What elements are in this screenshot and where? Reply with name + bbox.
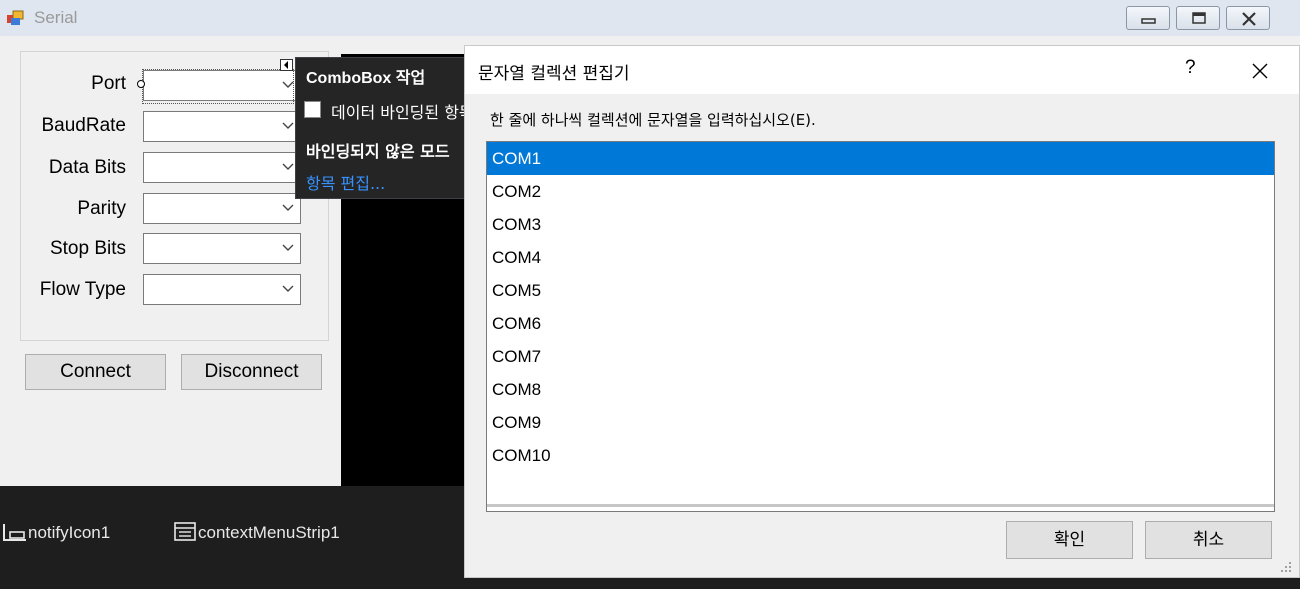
ok-button[interactable]: 확인 <box>1006 521 1133 559</box>
list-item[interactable]: COM9 <box>487 406 1274 439</box>
port-label: Port <box>91 73 126 94</box>
edit-items-link[interactable]: 항목 편집... <box>306 170 385 194</box>
flow-type-combobox[interactable] <box>143 274 301 305</box>
tasks-popup-title: ComboBox 작업 <box>306 70 426 87</box>
list-item[interactable]: COM6 <box>487 307 1274 340</box>
list-item[interactable]: COM4 <box>487 241 1274 274</box>
maximize-button[interactable] <box>1176 6 1220 30</box>
arrow-left-icon <box>284 61 288 69</box>
help-button[interactable]: ? <box>1185 57 1196 79</box>
window-titlebar: Serial <box>0 0 1300 36</box>
baudrate-label: BaudRate <box>41 115 126 136</box>
smart-tag-icon[interactable] <box>280 59 293 71</box>
list-item[interactable]: COM3 <box>487 208 1274 241</box>
parity-label: Parity <box>77 198 126 219</box>
use-data-bound-items-label[interactable]: 데이터 바인딩된 항목 사용 <box>331 99 466 123</box>
close-button[interactable] <box>1226 6 1270 30</box>
chevron-down-icon <box>282 285 294 292</box>
context-menu-icon <box>174 522 196 541</box>
disconnect-button[interactable]: Disconnect <box>181 354 322 390</box>
chevron-down-icon <box>282 204 294 211</box>
flow-type-label: Flow Type <box>39 279 126 300</box>
string-list-editor[interactable]: COM1 COM2 COM3 COM4 COM5 COM6 COM7 COM8 … <box>486 141 1275 512</box>
list-item[interactable]: COM5 <box>487 274 1274 307</box>
minimize-button[interactable] <box>1126 6 1170 30</box>
list-item[interactable]: COM2 <box>487 175 1274 208</box>
app-icon <box>7 10 24 25</box>
dialog-title: 문자열 컬렉션 편집기 <box>478 64 630 84</box>
chevron-down-icon <box>282 163 294 170</box>
string-collection-editor-dialog: 문자열 컬렉션 편집기 ? 한 줄에 하나씩 컬렉션에 문자열을 입력하십시오(… <box>464 45 1300 578</box>
use-data-bound-items-checkbox[interactable] <box>304 101 321 118</box>
combobox-tasks-popup: ComboBox 작업 데이터 바인딩된 항목 사용 바인딩되지 않은 모드 항… <box>295 57 467 199</box>
window-title: Serial <box>34 8 78 27</box>
data-bits-label: Data Bits <box>48 157 126 178</box>
port-selection-outline <box>142 69 294 104</box>
list-item[interactable]: COM8 <box>487 373 1274 406</box>
parity-combobox[interactable] <box>143 193 301 224</box>
chevron-down-icon <box>282 122 294 129</box>
tray-item-label: notifyIcon1 <box>28 523 111 542</box>
list-item[interactable]: COM7 <box>487 340 1274 373</box>
data-bits-combobox[interactable] <box>143 152 301 183</box>
stop-bits-combobox[interactable] <box>143 233 301 264</box>
cancel-button[interactable]: 취소 <box>1145 521 1272 559</box>
minimize-icon <box>1141 18 1156 24</box>
chevron-down-icon <box>282 244 294 251</box>
resize-grip-icon[interactable] <box>1277 558 1293 574</box>
close-icon[interactable] <box>1247 58 1273 84</box>
selection-grip-handle[interactable] <box>137 80 145 88</box>
list-item[interactable]: COM10 <box>487 439 1274 472</box>
list-item[interactable]: COM1 <box>487 142 1274 175</box>
dialog-instruction: 한 줄에 하나씩 컬렉션에 문자열을 입력하십시오(E). <box>490 111 816 129</box>
connect-button[interactable]: Connect <box>25 354 166 390</box>
tray-item-label: contextMenuStrip1 <box>198 523 340 542</box>
tray-item-contextmenustrip[interactable]: contextMenuStrip1 <box>174 522 340 543</box>
horizontal-scrollbar[interactable] <box>487 504 1274 507</box>
notify-icon-icon <box>3 524 26 541</box>
dialog-titlebar: 문자열 컬렉션 편집기 ? <box>465 46 1299 94</box>
stop-bits-label: Stop Bits <box>49 238 126 259</box>
tray-item-notifyicon[interactable]: notifyIcon1 <box>2 522 110 543</box>
maximize-icon <box>1192 12 1206 24</box>
unbound-mode-heading: 바인딩되지 않은 모드 <box>306 142 450 161</box>
baudrate-combobox[interactable] <box>143 111 301 142</box>
close-icon <box>1242 12 1256 26</box>
